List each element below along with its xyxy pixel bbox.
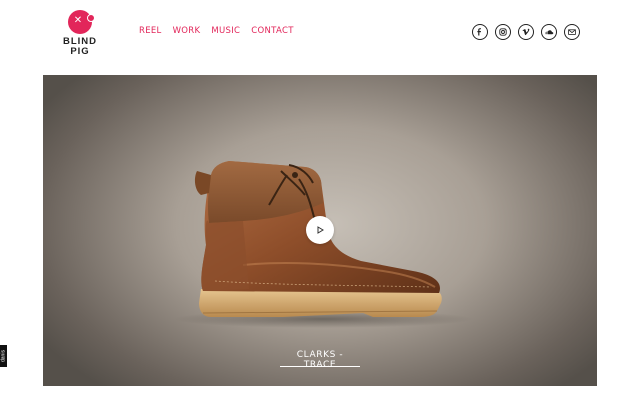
main-nav: REEL WORK MUSIC CONTACT [139,26,294,36]
hero-video[interactable]: CLARKS - TRACE [43,75,597,386]
caption-underline [280,366,360,367]
instagram-icon[interactable] [495,24,511,40]
logo[interactable]: ✕ BLIND PIG [58,10,102,57]
nav-contact[interactable]: CONTACT [251,26,293,36]
nav-music[interactable]: MUSIC [211,26,240,36]
side-badge[interactable]: danis [0,345,7,367]
play-button[interactable] [306,216,334,244]
play-icon [317,226,324,234]
nav-work[interactable]: WORK [173,26,201,36]
social-links [472,24,580,40]
logo-mark-icon: ✕ [68,10,95,34]
vimeo-icon[interactable] [518,24,534,40]
soundcloud-icon[interactable] [541,24,557,40]
logo-text-pig: PIG [70,46,90,57]
hero-caption[interactable]: CLARKS - TRACE [280,350,360,370]
facebook-icon[interactable] [472,24,488,40]
nav-reel[interactable]: REEL [139,26,162,36]
email-icon[interactable] [564,24,580,40]
